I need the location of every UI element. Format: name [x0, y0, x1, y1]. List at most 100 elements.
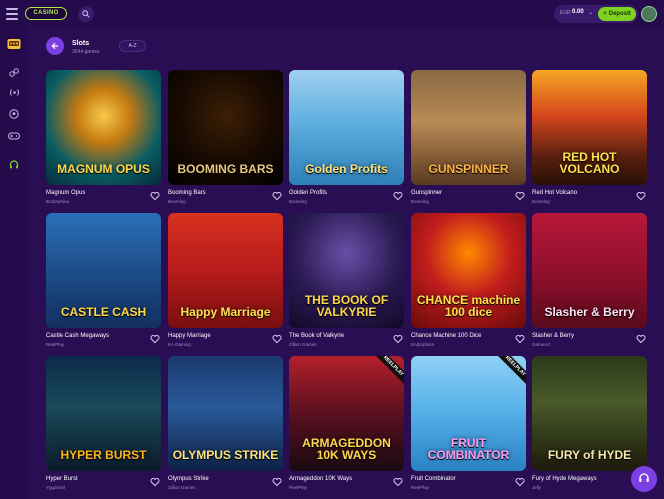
- game-artwork-title: BOOMING BARS: [177, 162, 274, 176]
- game-name[interactable]: Armageddon 10K Ways: [289, 476, 352, 482]
- game-provider: Booming: [289, 199, 307, 204]
- game-card[interactable]: FRUIT COMBINATOR REELPLAY Fruit Combinator…: [411, 356, 526, 490]
- sidebar-item-sports[interactable]: [7, 65, 21, 79]
- slot-machine-icon: [7, 39, 21, 49]
- game-card[interactable]: Golden Profits Golden Profits Booming: [289, 70, 404, 204]
- game-name[interactable]: Hyper Burst: [46, 476, 78, 482]
- game-artwork-title: CASTLE CASH: [60, 305, 147, 319]
- game-provider: ReelPlay: [46, 342, 65, 347]
- chat-icon: [639, 473, 649, 482]
- game-name[interactable]: Slasher & Berry: [532, 333, 574, 339]
- game-thumbnail[interactable]: CASTLE CASH: [46, 213, 161, 328]
- sort-button[interactable]: A-Z: [119, 40, 146, 52]
- game-name[interactable]: Magnum Opus: [46, 190, 85, 196]
- game-provider: GameArt: [532, 342, 551, 347]
- sidebar-item-football[interactable]: [7, 107, 21, 121]
- game-artwork-title: MAGNUM OPUS: [57, 162, 150, 176]
- game-thumbnail[interactable]: FRUIT COMBINATOR REELPLAY: [411, 356, 526, 471]
- casino-logo[interactable]: CASINO: [25, 7, 67, 20]
- game-name[interactable]: Happy Marriage: [168, 333, 211, 339]
- game-card[interactable]: HYPER BURST Hyper Burst Yggdrasil: [46, 356, 161, 490]
- game-card[interactable]: OLYMPUS STRIKE Olympus Strike Zillion Game…: [168, 356, 283, 490]
- heart-icon[interactable]: [272, 477, 282, 487]
- heart-icon[interactable]: [515, 477, 525, 487]
- game-name[interactable]: Fury of Hyde Megaways: [532, 476, 597, 482]
- sidebar-item-live[interactable]: [7, 85, 21, 99]
- game-name[interactable]: Golden Profits: [289, 190, 327, 196]
- game-provider: ReelPlay: [289, 485, 308, 490]
- game-card[interactable]: CASTLE CASH Castle Cash Megaways ReelPlay: [46, 213, 161, 347]
- game-card[interactable]: Happy Marriage Happy Marriage KA Gaming: [168, 213, 283, 347]
- game-thumbnail[interactable]: OLYMPUS STRIKE: [168, 356, 283, 471]
- sidebar-item-casino[interactable]: [7, 37, 21, 51]
- game-artwork-title: RED HOT VOLCANO: [559, 150, 620, 176]
- game-thumbnail[interactable]: BOOMING BARS: [168, 70, 283, 185]
- live-chat-button[interactable]: [631, 466, 657, 492]
- game-artwork-title: FURY of HYDE: [547, 448, 632, 462]
- heart-icon[interactable]: [515, 334, 525, 344]
- heart-icon[interactable]: [636, 334, 646, 344]
- deposit-button[interactable]: + Deposit: [598, 7, 636, 21]
- sidebar-item-support[interactable]: [7, 158, 21, 172]
- game-provider: KA Gaming: [168, 342, 191, 347]
- game-card[interactable]: CHANCE machine 100 dice Chance Machine 10…: [411, 213, 526, 347]
- chevron-down-icon: ⌄: [588, 10, 594, 16]
- heart-icon[interactable]: [150, 191, 160, 201]
- game-card[interactable]: MAGNUM OPUS Magnum Opus Endorphina: [46, 70, 161, 204]
- balance-amount: 0.00: [572, 9, 584, 15]
- game-provider: Booming: [532, 199, 550, 204]
- menu-icon[interactable]: [6, 8, 18, 20]
- game-provider: Endorphina: [411, 342, 435, 347]
- game-card[interactable]: Slasher & Berry Slasher & Berry GameArt: [532, 213, 647, 347]
- game-name[interactable]: Chance Machine 100 Dice: [411, 333, 481, 339]
- game-name[interactable]: Gunspinner: [411, 190, 442, 196]
- game-thumbnail[interactable]: FURY of HYDE: [532, 356, 647, 471]
- game-name[interactable]: Red Hot Volcano: [532, 190, 577, 196]
- game-thumbnail[interactable]: Slasher & Berry: [532, 213, 647, 328]
- game-name[interactable]: Fruit Combinator: [411, 476, 456, 482]
- game-thumbnail[interactable]: CHANCE machine 100 dice: [411, 213, 526, 328]
- plus-icon: +: [603, 11, 607, 17]
- game-artwork-title: Happy Marriage: [180, 305, 271, 319]
- page-title: Slots: [72, 40, 90, 47]
- game-thumbnail[interactable]: ARMAGEDDON 10K WAYS REELPLAY: [289, 356, 404, 471]
- heart-icon[interactable]: [515, 191, 525, 201]
- game-provider: Zillion Games: [289, 342, 317, 347]
- game-thumbnail[interactable]: RED HOT VOLCANO: [532, 70, 647, 185]
- heart-icon[interactable]: [150, 334, 160, 344]
- back-button[interactable]: [46, 37, 64, 55]
- heart-icon[interactable]: [272, 334, 282, 344]
- game-name[interactable]: Booming Bars: [168, 190, 206, 196]
- game-name[interactable]: The Book of Valkyrie: [289, 333, 344, 339]
- game-thumbnail[interactable]: HYPER BURST: [46, 356, 161, 471]
- game-card[interactable]: FURY of HYDE Fury of Hyde Megaways Jelly: [532, 356, 647, 490]
- heart-icon[interactable]: [272, 191, 282, 201]
- game-artwork-title: ARMAGEDDON 10K WAYS: [302, 436, 391, 462]
- game-name[interactable]: Castle Cash Megaways: [46, 333, 109, 339]
- heart-icon[interactable]: [636, 191, 646, 201]
- games-count: 3544 games: [72, 49, 100, 55]
- sidebar-item-esports[interactable]: [7, 129, 21, 143]
- game-provider: Booming: [411, 199, 429, 204]
- game-thumbnail[interactable]: Golden Profits: [289, 70, 404, 185]
- heart-icon[interactable]: [393, 191, 403, 201]
- game-card[interactable]: THE BOOK OF VALKYRIE The Book of Valkyrie…: [289, 213, 404, 347]
- game-thumbnail[interactable]: Happy Marriage: [168, 213, 283, 328]
- game-card[interactable]: RED HOT VOLCANO Red Hot Volcano Booming: [532, 70, 647, 204]
- broadcast-icon: [9, 88, 19, 96]
- avatar[interactable]: [641, 6, 657, 22]
- game-card[interactable]: GUNSPINNER Gunspinner Booming: [411, 70, 526, 204]
- game-card[interactable]: BOOMING BARS Booming Bars Booming: [168, 70, 283, 204]
- heart-icon[interactable]: [393, 334, 403, 344]
- game-provider: Yggdrasil: [46, 485, 65, 490]
- game-thumbnail[interactable]: THE BOOK OF VALKYRIE: [289, 213, 404, 328]
- search-button[interactable]: [78, 6, 94, 22]
- heart-icon[interactable]: [150, 477, 160, 487]
- game-provider: Endorphina: [46, 199, 70, 204]
- game-card[interactable]: ARMAGEDDON 10K WAYS REELPLAY Armageddon 10…: [289, 356, 404, 490]
- game-name[interactable]: Olympus Strike: [168, 476, 209, 482]
- game-thumbnail[interactable]: GUNSPINNER: [411, 70, 526, 185]
- game-thumbnail[interactable]: MAGNUM OPUS: [46, 70, 161, 185]
- game-artwork-title: CHANCE machine 100 dice: [416, 293, 521, 319]
- heart-icon[interactable]: [393, 477, 403, 487]
